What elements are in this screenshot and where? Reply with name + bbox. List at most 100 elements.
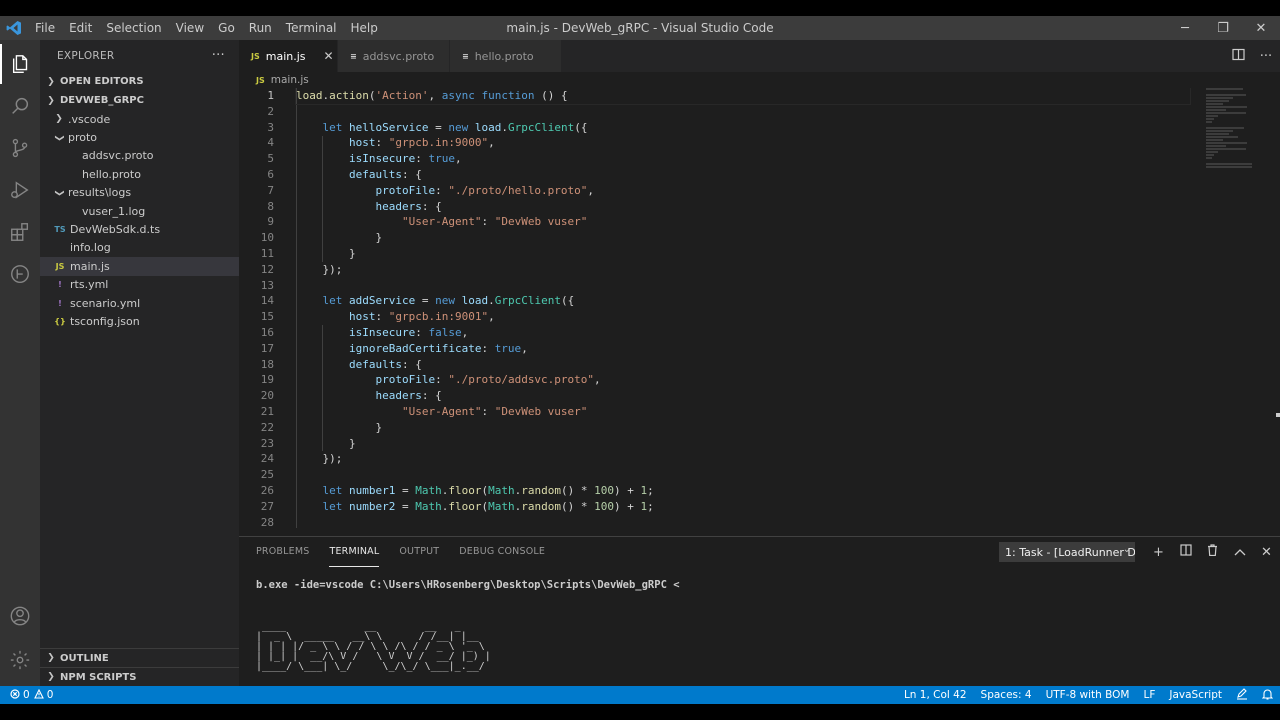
code-line[interactable]: } <box>296 436 1190 452</box>
menu-go[interactable]: Go <box>211 16 242 40</box>
code-line[interactable]: headers: { <box>296 199 1190 215</box>
code-line[interactable]: protoFile: "./proto/addsvc.proto", <box>296 372 1190 388</box>
account-icon[interactable] <box>0 596 40 636</box>
more-actions-icon[interactable]: ··· <box>212 48 225 63</box>
breadcrumb-file[interactable]: main.js <box>271 74 309 86</box>
code-line[interactable]: } <box>296 246 1190 262</box>
file-item[interactable]: TS DevWebSdk.d.ts <box>40 220 239 238</box>
breadcrumb[interactable]: JS main.js <box>239 72 1280 88</box>
code-line[interactable] <box>296 278 1190 294</box>
run-debug-icon[interactable] <box>0 170 40 210</box>
code-line[interactable]: ignoreBadCertificate: true, <box>296 341 1190 357</box>
menu-terminal[interactable]: Terminal <box>279 16 344 40</box>
code-line[interactable]: } <box>296 420 1190 436</box>
extensions-icon[interactable] <box>0 212 40 252</box>
code-line[interactable] <box>296 104 1190 120</box>
panel-tab-problems[interactable]: PROBLEMS <box>256 537 309 567</box>
notifications-bell-icon[interactable] <box>1255 688 1280 703</box>
code-line[interactable]: } <box>296 230 1190 246</box>
menu-run[interactable]: Run <box>242 16 279 40</box>
file-item[interactable]: hello.proto <box>40 165 239 183</box>
code-line[interactable]: let number2 = Math.floor(Math.random() *… <box>296 499 1190 515</box>
panel-tab-terminal[interactable]: TERMINAL <box>329 537 380 567</box>
code-line[interactable]: defaults: { <box>296 167 1190 183</box>
cursor-position[interactable]: Ln 1, Col 42 <box>897 689 974 701</box>
close-tab-icon[interactable]: ✕ <box>324 49 334 63</box>
more-actions-icon[interactable]: ··· <box>1252 49 1280 64</box>
terminal[interactable]: b.exe -ide=vscode C:\Users\HRosenberg\De… <box>239 578 1280 672</box>
tab-hello-proto[interactable]: ≡ hello.proto <box>450 40 562 72</box>
feedback-icon[interactable] <box>1229 687 1255 703</box>
code-line[interactable]: defaults: { <box>296 357 1190 373</box>
file-item[interactable]: ! rts.yml <box>40 276 239 294</box>
search-icon[interactable] <box>0 86 40 126</box>
tab-addsvc-proto[interactable]: ≡ addsvc.proto <box>338 40 450 72</box>
maximize-panel-icon[interactable] <box>1226 545 1253 560</box>
outline-section[interactable]: ❯ OUTLINE <box>40 648 239 667</box>
end-of-line[interactable]: LF <box>1136 689 1162 701</box>
code-line[interactable]: let addService = new load.GrpcClient({ <box>296 293 1190 309</box>
menu-selection[interactable]: Selection <box>99 16 168 40</box>
folder-item[interactable]: ❯ .vscode <box>40 110 239 128</box>
line-number: 20 <box>260 389 274 403</box>
chevron-right-icon: ❯ <box>55 114 63 125</box>
code-line[interactable]: "User-Agent": "DevWeb vuser" <box>296 214 1190 230</box>
code-line[interactable]: isInsecure: false, <box>296 325 1190 341</box>
menu-view[interactable]: View <box>169 16 211 40</box>
problems-status[interactable]: 0 0 <box>0 688 53 702</box>
scrollbar-marker[interactable] <box>1276 413 1280 417</box>
loadrunner-icon[interactable] <box>0 254 40 294</box>
code-line[interactable]: let number1 = Math.floor(Math.random() *… <box>296 483 1190 499</box>
code-line[interactable]: isInsecure: true, <box>296 151 1190 167</box>
project-section[interactable]: ❯ DEVWEB_GRPC <box>40 91 239 110</box>
code-line[interactable]: let helloService = new load.GrpcClient({ <box>296 120 1190 136</box>
maximize-button[interactable]: ❐ <box>1204 16 1242 40</box>
panel-tab-debug-console[interactable]: DEBUG CONSOLE <box>459 537 545 567</box>
encoding[interactable]: UTF-8 with BOM <box>1039 689 1137 701</box>
folder-item[interactable]: ❯ results\logs <box>40 184 239 202</box>
file-item[interactable]: {} tsconfig.json <box>40 312 239 330</box>
explorer-icon[interactable] <box>0 44 40 84</box>
minimap[interactable] <box>1206 88 1266 178</box>
split-terminal-icon[interactable] <box>1172 544 1199 560</box>
menu-file[interactable]: File <box>28 16 62 40</box>
code-line[interactable]: }); <box>296 262 1190 278</box>
menu-help[interactable]: Help <box>344 16 385 40</box>
folder-item[interactable]: ❯ proto <box>40 128 239 146</box>
file-item[interactable]: JS main.js <box>40 257 239 276</box>
code-line[interactable]: }); <box>296 451 1190 467</box>
minimize-button[interactable]: ─ <box>1166 16 1204 40</box>
tab-main-js[interactable]: JS main.js ✕ <box>239 40 338 72</box>
split-editor-icon[interactable] <box>1224 48 1252 65</box>
language-mode[interactable]: JavaScript <box>1162 689 1229 701</box>
trash-icon[interactable] <box>1199 544 1226 560</box>
code-lines[interactable]: load. action('Action', async function () … <box>295 88 1191 531</box>
menu-edit[interactable]: Edit <box>62 16 99 40</box>
open-editors-section[interactable]: ❯ OPEN EDITORS <box>40 72 239 91</box>
panel-tab-output[interactable]: OUTPUT <box>399 537 439 567</box>
source-control-icon[interactable] <box>0 128 40 168</box>
file-item[interactable]: info.log <box>40 239 239 257</box>
close-panel-icon[interactable]: ✕ <box>1253 545 1280 560</box>
terminal-select[interactable]: 1: Task - [LoadRunner D ⌄ <box>999 542 1135 562</box>
code-token: Math <box>488 499 515 513</box>
settings-gear-icon[interactable] <box>0 640 40 680</box>
npm-scripts-section[interactable]: ❯ NPM SCRIPTS <box>40 667 239 686</box>
new-terminal-icon[interactable]: + <box>1145 545 1172 560</box>
file-item[interactable]: vuser_1.log <box>40 202 239 220</box>
indentation[interactable]: Spaces: 4 <box>974 689 1039 701</box>
close-window-button[interactable]: ✕ <box>1242 16 1280 40</box>
file-item[interactable]: ! scenario.yml <box>40 294 239 312</box>
code-line[interactable]: host: "grpcb.in:9001", <box>296 309 1190 325</box>
chevron-right-icon: ❯ <box>47 653 55 663</box>
code-line[interactable]: host: "grpcb.in:9000", <box>296 135 1190 151</box>
code-line[interactable] <box>296 515 1190 531</box>
code-editor[interactable]: 1 2 3 4 5 6 7 8 9 10 11 12 13 14 15 16 17 18 19 20 21 22 23 24 2… <box>239 88 1280 548</box>
line-number: 25 <box>260 468 274 482</box>
code-line[interactable]: headers: { <box>296 388 1190 404</box>
code-line[interactable]: protoFile: "./proto/hello.proto", <box>296 183 1190 199</box>
code-line[interactable] <box>296 467 1190 483</box>
code-line[interactable]: "User-Agent": "DevWeb vuser" <box>296 404 1190 420</box>
code-line[interactable]: load.action('Action', async function () … <box>295 88 1191 105</box>
file-item[interactable]: addsvc.proto <box>40 147 239 165</box>
